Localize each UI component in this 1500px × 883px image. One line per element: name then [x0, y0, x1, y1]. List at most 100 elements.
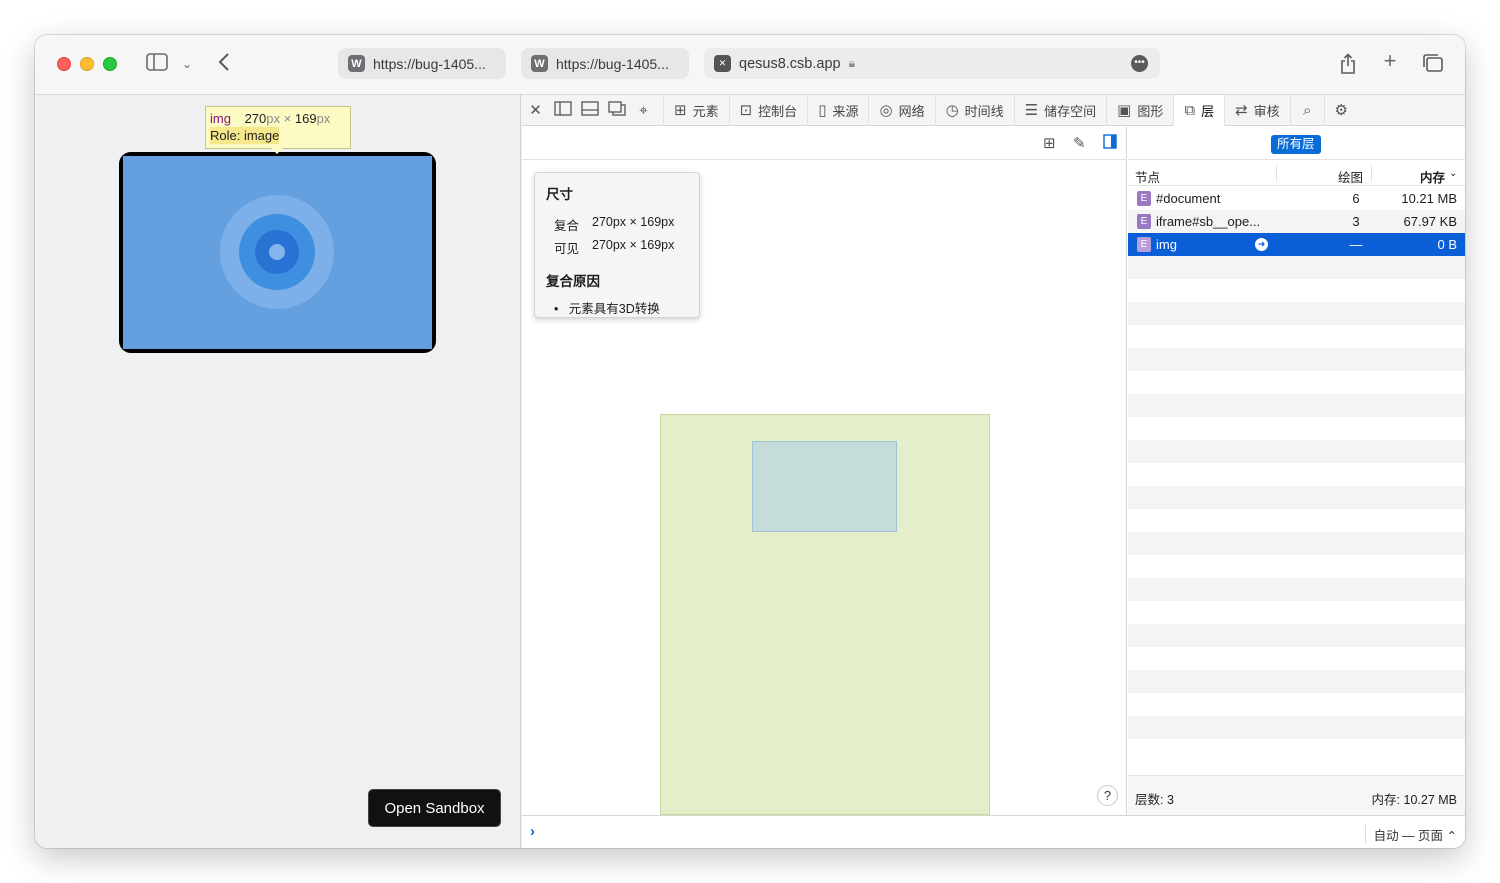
- empty-row: [1128, 325, 1465, 348]
- layers-sidebar: 所有层 节点 绘图 内存 ⌄ E #document 6 10.21 MB E: [1128, 127, 1465, 815]
- empty-row: [1128, 532, 1465, 555]
- help-button[interactable]: ?: [1097, 785, 1118, 806]
- browser-tab-3-active[interactable]: ✕ qesus8.csb.app 🔒︎ •••: [704, 48, 1160, 79]
- tab-label: 控制台: [758, 103, 798, 119]
- tab-timeline[interactable]: ◷ 时间线: [934, 94, 1014, 126]
- tab-sources[interactable]: ▯ 来源: [807, 94, 868, 126]
- column-divider: [1371, 165, 1372, 181]
- tab-elements[interactable]: ⊞ 元素: [663, 94, 729, 126]
- memory-value: 10.21 MB: [1401, 191, 1457, 206]
- layers-table-body: E #document 6 10.21 MB E iframe#sb__ope.…: [1128, 187, 1465, 762]
- tab-label: 时间线: [964, 103, 1004, 119]
- layer-count: 层数: 3: [1135, 793, 1174, 807]
- tooltip-unit: px: [266, 111, 281, 126]
- browser-tab-2[interactable]: W https://bug-1405...: [521, 48, 689, 79]
- minimize-window-button[interactable]: [80, 57, 94, 71]
- tab-graphics[interactable]: ▣ 图形: [1106, 94, 1173, 126]
- empty-row: [1128, 555, 1465, 578]
- tab-title: qesus8.csb.app: [739, 55, 841, 72]
- grid-view-icon[interactable]: ⊞: [1043, 134, 1056, 152]
- search-icon[interactable]: ⌕: [1289, 94, 1324, 126]
- tab-console[interactable]: ⊡ 控制台: [728, 94, 808, 126]
- image-graphic: [269, 244, 285, 260]
- element-picker-icon[interactable]: ⌖: [630, 102, 657, 119]
- node-name: #document: [1156, 191, 1221, 206]
- back-arrow-icon[interactable]: [215, 52, 233, 76]
- tooltip-tag: img: [210, 111, 231, 126]
- browser-tab-1[interactable]: W https://bug-1405...: [338, 48, 506, 79]
- audit-icon: ⇄: [1235, 102, 1248, 119]
- all-layers-button[interactable]: 所有层: [1271, 135, 1321, 154]
- chevron-down-icon[interactable]: ⌄: [181, 54, 193, 74]
- tab-label: 网络: [898, 103, 925, 119]
- tab-title: https://bug-1405...: [556, 55, 669, 72]
- tab-label: 储存空间: [1044, 103, 1097, 119]
- more-options-icon[interactable]: •••: [1131, 55, 1148, 72]
- table-row[interactable]: E #document 6 10.21 MB: [1128, 187, 1465, 210]
- tab-favicon: W: [348, 55, 365, 72]
- maximize-window-button[interactable]: [103, 57, 117, 71]
- open-sandbox-button[interactable]: Open Sandbox: [368, 789, 501, 827]
- paint-brush-icon[interactable]: ✎: [1073, 134, 1086, 152]
- dock-bottom-icon[interactable]: [576, 100, 603, 120]
- dimensions-heading: 尺寸: [546, 187, 573, 202]
- layer-iframe[interactable]: [752, 441, 897, 532]
- sidebar-toggle-icon[interactable]: [145, 53, 169, 75]
- console-input-bar[interactable]: › 自动 — 页面 ⌃: [522, 815, 1465, 848]
- element-type-icon: E: [1137, 237, 1151, 252]
- dimension-key: 可见: [554, 242, 580, 256]
- layer-details-popover: 尺寸 复合 270px × 169px 可见 270px × 169px 复合原…: [534, 172, 700, 318]
- tab-storage[interactable]: ☰ 储存空间: [1013, 94, 1106, 126]
- layers-table-header: 节点 绘图 内存 ⌄: [1128, 161, 1465, 186]
- layers-footer: 层数: 3 内存: 10.27 MB: [1128, 775, 1465, 815]
- column-paints[interactable]: 绘图: [1338, 167, 1363, 186]
- layers-3d-canvas[interactable]: ⊞ ✎ 尺寸 复合 270px × 169px 可见 270px × 169px…: [522, 127, 1127, 815]
- go-to-arrow-icon[interactable]: ➜: [1255, 238, 1268, 251]
- empty-row: [1128, 348, 1465, 371]
- paint-count: —: [1349, 237, 1363, 252]
- close-window-button[interactable]: [57, 57, 71, 71]
- execution-context-select[interactable]: 自动 — 页面 ⌃: [1364, 825, 1457, 844]
- dimension-row: 复合 270px × 169px: [546, 215, 688, 234]
- tab-overview-icon[interactable]: [1422, 53, 1444, 77]
- dimension-value: 270px × 169px: [592, 238, 675, 252]
- sort-chevron-icon: ⌄: [1449, 168, 1458, 179]
- tab-label: 审核: [1253, 103, 1280, 119]
- web-inspector: ✕ ⌖ ⊞ 元素 ⊡ 控制台 ▯ 来源 ◎ 网络 ◷ 时间线 ☰ 储存空间 ▣ 图形 ⧉ 层 ⇄…: [522, 94, 1465, 848]
- empty-row: [1128, 670, 1465, 693]
- node-name: iframe#sb__ope...: [1156, 214, 1261, 229]
- tooltip-arrow: [271, 148, 283, 154]
- column-memory[interactable]: 内存: [1420, 167, 1445, 186]
- table-row-selected[interactable]: E img ➜ — 0 B: [1128, 233, 1465, 256]
- layers-icon: ⧉: [1184, 101, 1196, 119]
- settings-gear-icon[interactable]: ⚙: [1323, 94, 1358, 126]
- empty-row: [1128, 693, 1465, 716]
- toggle-sidebar-icon[interactable]: [1103, 134, 1117, 153]
- graphics-icon: ▣: [1117, 102, 1132, 119]
- element-inspector-tooltip: img 270px × 169px Role: image: [205, 106, 351, 149]
- dock-side-icon[interactable]: [549, 100, 576, 120]
- table-row[interactable]: E iframe#sb__ope... 3 67.97 KB: [1128, 210, 1465, 233]
- close-inspector-icon[interactable]: ✕: [522, 101, 549, 119]
- layers-filter-bar: 所有层: [1128, 127, 1465, 160]
- tab-network[interactable]: ◎ 网络: [868, 94, 934, 126]
- elements-icon: ⊞: [674, 102, 687, 119]
- new-tab-icon[interactable]: +: [1379, 50, 1401, 72]
- tooltip-times: ×: [283, 111, 292, 126]
- element-type-icon: E: [1137, 191, 1151, 206]
- column-divider: [1276, 165, 1277, 181]
- empty-row: [1128, 739, 1465, 762]
- share-icon[interactable]: [1337, 53, 1359, 79]
- devtools-toolbar: ✕ ⌖ ⊞ 元素 ⊡ 控制台 ▯ 来源 ◎ 网络 ◷ 时间线 ☰ 储存空间 ▣ 图形 ⧉ 层 ⇄…: [522, 94, 1465, 126]
- sources-icon: ▯: [818, 102, 827, 119]
- tab-audit[interactable]: ⇄ 审核: [1224, 94, 1290, 126]
- timeline-icon: ◷: [945, 102, 959, 119]
- column-node[interactable]: 节点: [1135, 167, 1160, 186]
- undock-icon[interactable]: [603, 100, 630, 120]
- dimension-value: 270px × 169px: [592, 215, 675, 229]
- tab-layers[interactable]: ⧉ 层: [1173, 94, 1225, 126]
- tooltip-width: 270: [244, 111, 267, 126]
- empty-row: [1128, 417, 1465, 440]
- memory-value: 0 B: [1437, 237, 1457, 252]
- compositing-reasons-heading: 复合原因: [546, 274, 600, 289]
